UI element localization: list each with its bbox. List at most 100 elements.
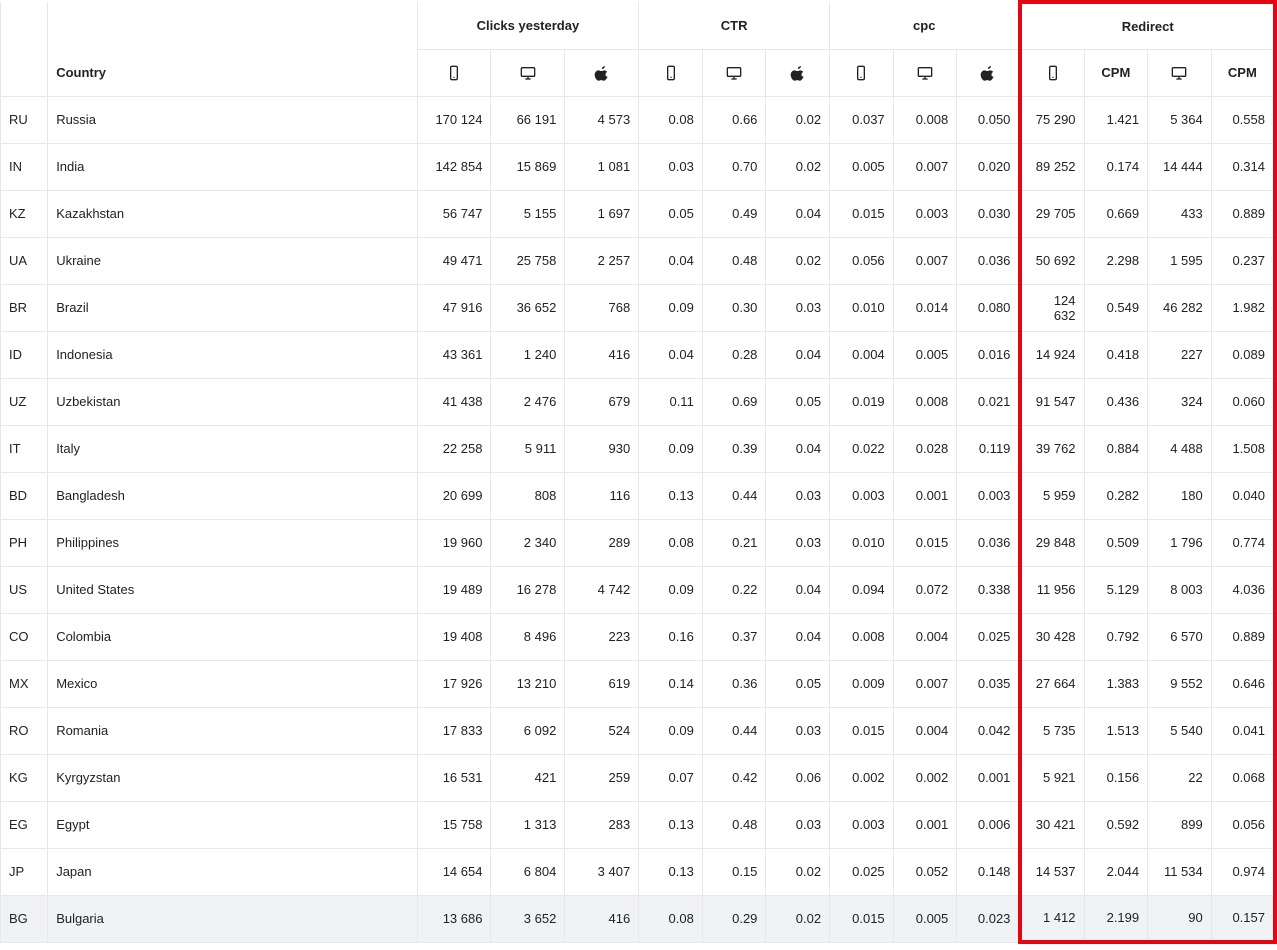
cell-cpc-mobile: 0.002 — [830, 754, 894, 801]
cell-cpc-mobile: 0.004 — [830, 331, 894, 378]
cell-country-code: RU — [1, 96, 48, 143]
cell-clicks-mobile: 19 960 — [417, 519, 491, 566]
cell-cpc-mobile: 0.094 — [830, 566, 894, 613]
cell-redirect-cpm-mobile: 1.383 — [1084, 660, 1148, 707]
cell-ctr-mobile: 0.09 — [639, 566, 703, 613]
cell-country-code: KG — [1, 754, 48, 801]
col-cpc-apple[interactable] — [957, 49, 1021, 96]
cell-ctr-desktop: 0.69 — [702, 378, 766, 425]
cell-redirect-mobile: 75 290 — [1020, 96, 1084, 143]
cell-ctr-mobile: 0.04 — [639, 237, 703, 284]
col-cpc-mobile[interactable] — [830, 49, 894, 96]
col-ctr-desktop[interactable] — [702, 49, 766, 96]
table-row[interactable]: RORomania17 8336 0925240.090.440.030.015… — [1, 707, 1276, 754]
col-group-redirect[interactable]: Redirect — [1020, 2, 1275, 49]
col-clicks-desktop[interactable] — [491, 49, 565, 96]
table-row[interactable]: ITItaly22 2585 9119300.090.390.040.0220.… — [1, 425, 1276, 472]
cell-cpc-mobile: 0.008 — [830, 613, 894, 660]
cell-clicks-desktop: 36 652 — [491, 284, 565, 331]
cell-clicks-mobile: 170 124 — [417, 96, 491, 143]
cell-redirect-cpm-desktop: 0.558 — [1211, 96, 1275, 143]
cell-clicks-apple: 416 — [565, 895, 639, 942]
cell-redirect-cpm-mobile: 0.156 — [1084, 754, 1148, 801]
col-cpc-desktop[interactable] — [893, 49, 957, 96]
table-row[interactable]: MXMexico17 92613 2106190.140.360.050.009… — [1, 660, 1276, 707]
table-row[interactable]: BDBangladesh20 6998081160.130.440.030.00… — [1, 472, 1276, 519]
table-row[interactable]: PHPhilippines19 9602 3402890.080.210.030… — [1, 519, 1276, 566]
cell-ctr-desktop: 0.44 — [702, 707, 766, 754]
cell-redirect-desktop: 11 534 — [1148, 848, 1212, 895]
table-row[interactable]: BGBulgaria13 6863 6524160.080.290.020.01… — [1, 895, 1276, 942]
cell-ctr-desktop: 0.28 — [702, 331, 766, 378]
col-redirect-cpm-mobile[interactable]: CPM — [1084, 49, 1148, 96]
cell-redirect-cpm-desktop: 0.040 — [1211, 472, 1275, 519]
col-redirect-mobile[interactable] — [1020, 49, 1084, 96]
col-ctr-mobile[interactable] — [639, 49, 703, 96]
cell-clicks-desktop: 2 340 — [491, 519, 565, 566]
table-row[interactable]: BRBrazil47 91636 6527680.090.300.030.010… — [1, 284, 1276, 331]
col-group-cpc[interactable]: cpc — [830, 2, 1021, 49]
cell-redirect-cpm-desktop: 0.237 — [1211, 237, 1275, 284]
cell-clicks-desktop: 6 092 — [491, 707, 565, 754]
cell-country-code: US — [1, 566, 48, 613]
cell-cpc-apple: 0.119 — [957, 425, 1021, 472]
cell-cpc-apple: 0.338 — [957, 566, 1021, 613]
col-redirect-desktop[interactable] — [1148, 49, 1212, 96]
cell-cpc-desktop: 0.028 — [893, 425, 957, 472]
cell-ctr-desktop: 0.29 — [702, 895, 766, 942]
cell-redirect-desktop: 1 595 — [1148, 237, 1212, 284]
cell-ctr-mobile: 0.09 — [639, 284, 703, 331]
cell-redirect-mobile: 14 537 — [1020, 848, 1084, 895]
cell-country-code: ID — [1, 331, 48, 378]
col-clicks-apple[interactable] — [565, 49, 639, 96]
cell-clicks-apple: 1 697 — [565, 190, 639, 237]
cell-ctr-desktop: 0.42 — [702, 754, 766, 801]
cell-cpc-mobile: 0.015 — [830, 190, 894, 237]
cell-redirect-desktop: 5 540 — [1148, 707, 1212, 754]
table-row[interactable]: COColombia19 4088 4962230.160.370.040.00… — [1, 613, 1276, 660]
cell-ctr-mobile: 0.14 — [639, 660, 703, 707]
cell-ctr-mobile: 0.13 — [639, 472, 703, 519]
cell-redirect-desktop: 227 — [1148, 331, 1212, 378]
table-row[interactable]: UAUkraine49 47125 7582 2570.040.480.020.… — [1, 237, 1276, 284]
col-header-code[interactable] — [1, 2, 48, 96]
cell-clicks-mobile: 19 408 — [417, 613, 491, 660]
col-group-ctr[interactable]: CTR — [639, 2, 830, 49]
cell-redirect-mobile: 5 959 — [1020, 472, 1084, 519]
cell-clicks-apple: 679 — [565, 378, 639, 425]
col-group-clicks-yesterday[interactable]: Clicks yesterday — [417, 2, 639, 49]
table-row[interactable]: RURussia170 12466 1914 5730.080.660.020.… — [1, 96, 1276, 143]
cell-ctr-apple: 0.02 — [766, 96, 830, 143]
cell-redirect-mobile: 1 412 — [1020, 895, 1084, 942]
cell-ctr-apple: 0.03 — [766, 801, 830, 848]
cell-clicks-mobile: 142 854 — [417, 143, 491, 190]
cell-cpc-desktop: 0.008 — [893, 378, 957, 425]
cell-cpc-mobile: 0.003 — [830, 801, 894, 848]
table-row[interactable]: USUnited States19 48916 2784 7420.090.22… — [1, 566, 1276, 613]
table-row[interactable]: JPJapan14 6546 8043 4070.130.150.020.025… — [1, 848, 1276, 895]
apple-icon — [980, 65, 996, 81]
table-row[interactable]: KGKyrgyzstan16 5314212590.070.420.060.00… — [1, 754, 1276, 801]
col-redirect-cpm-desktop[interactable]: CPM — [1211, 49, 1275, 96]
cell-redirect-cpm-mobile: 0.792 — [1084, 613, 1148, 660]
table-row[interactable]: INIndia142 85415 8691 0810.030.700.020.0… — [1, 143, 1276, 190]
cell-cpc-desktop: 0.008 — [893, 96, 957, 143]
cell-clicks-desktop: 1 313 — [491, 801, 565, 848]
table-row[interactable]: EGEgypt15 7581 3132830.130.480.030.0030.… — [1, 801, 1276, 848]
col-ctr-apple[interactable] — [766, 49, 830, 96]
cell-ctr-apple: 0.02 — [766, 848, 830, 895]
cell-redirect-cpm-mobile: 2.298 — [1084, 237, 1148, 284]
cell-clicks-mobile: 47 916 — [417, 284, 491, 331]
cell-clicks-apple: 930 — [565, 425, 639, 472]
table-row[interactable]: KZKazakhstan56 7475 1551 6970.050.490.04… — [1, 190, 1276, 237]
cell-cpc-desktop: 0.004 — [893, 707, 957, 754]
table-row[interactable]: UZUzbekistan41 4382 4766790.110.690.050.… — [1, 378, 1276, 425]
table-row[interactable]: IDIndonesia43 3611 2404160.040.280.040.0… — [1, 331, 1276, 378]
col-header-country[interactable]: Country — [48, 2, 417, 96]
col-clicks-mobile[interactable] — [417, 49, 491, 96]
cell-country-name: Italy — [48, 425, 417, 472]
cell-redirect-cpm-desktop: 0.974 — [1211, 848, 1275, 895]
cell-redirect-cpm-desktop: 0.774 — [1211, 519, 1275, 566]
cell-clicks-desktop: 6 804 — [491, 848, 565, 895]
cell-country-code: UZ — [1, 378, 48, 425]
